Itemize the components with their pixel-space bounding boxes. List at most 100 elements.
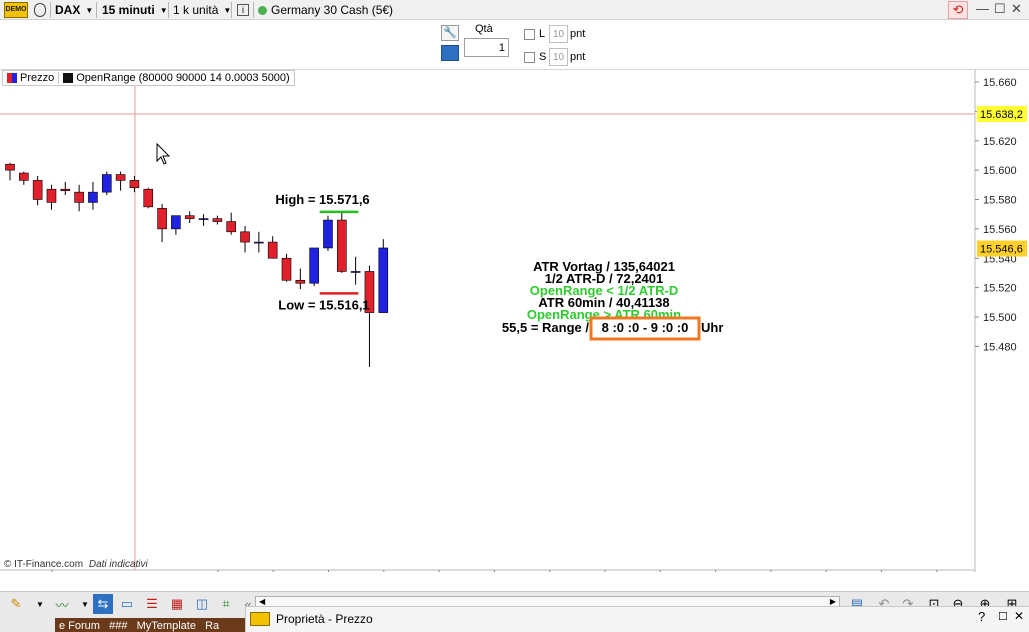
candle-down (157, 208, 167, 230)
close-icon[interactable]: ✕ (1011, 1, 1022, 17)
candle-up (254, 241, 264, 244)
instrument-label: DAX (55, 3, 81, 17)
help-icon[interactable]: ? (978, 609, 985, 624)
candle-up (101, 174, 112, 193)
instrument-full-name: Germany 30 Cash (5€) (271, 3, 394, 17)
timeframe-select[interactable]: 15 minuti ▼ (102, 0, 168, 20)
bottom-tabs-text[interactable]: e Forum ### MyTemplate Ra (55, 620, 219, 632)
short-pnt-unit: pnt (570, 51, 586, 63)
calculator-icon[interactable] (441, 45, 459, 61)
chat-icon[interactable]: ▭ (117, 594, 137, 614)
refresh-icon[interactable]: ⟲ (948, 0, 968, 20)
legend-indicator-label: OpenRange (80000 90000 14 0.0003 5000) (76, 72, 290, 84)
y-tick-label: 15.560 (983, 224, 1017, 236)
price-swatch (7, 73, 17, 83)
long-label: L (539, 28, 546, 40)
candle-down (19, 172, 29, 181)
short-checkbox[interactable] (524, 52, 535, 63)
y-tick-label: 15.480 (983, 341, 1017, 353)
chevron-down-icon[interactable]: ▼ (30, 594, 50, 614)
demo-logo: DEMO (4, 0, 28, 20)
high-line-label: High = 15.571,6 (275, 192, 369, 207)
units-select[interactable]: 1 k unità ▼ (173, 0, 231, 20)
long-checkbox[interactable] (524, 29, 535, 40)
table-icon[interactable]: ▦ (167, 594, 187, 614)
candle-down (281, 257, 292, 281)
market-open-icon (258, 5, 267, 15)
info-icon[interactable]: i (237, 0, 249, 20)
candle-down (74, 191, 84, 203)
chart-canvas[interactable]: 15.66015.64015.62015.60015.58015.56015.5… (0, 70, 1029, 572)
candle-down (115, 174, 126, 181)
minimize-icon[interactable]: — (976, 1, 989, 16)
range-time-text: 8 :0 :0 - 9 :0 :0 (602, 320, 689, 335)
bottom-tabs: e Forum ### MyTemplate Ra (55, 618, 245, 632)
candle-up (378, 247, 389, 313)
chevron-down-icon: ▼ (85, 5, 94, 15)
watermark: © IT-Finance.com Dati indicativi (4, 559, 148, 570)
list-icon[interactable]: ☰ (142, 594, 162, 614)
legend-price-label: Prezzo (20, 72, 55, 84)
long-pnt-input[interactable] (549, 25, 568, 43)
panel-close-icon[interactable]: ✕ (1014, 609, 1024, 623)
price-chart[interactable]: 15.66015.64015.62015.60015.58015.56015.5… (0, 70, 1029, 572)
chevron-down-icon[interactable]: ▼ (75, 594, 95, 614)
openrange-swatch (63, 73, 74, 83)
last-price-label: 15.546,6 (980, 244, 1023, 256)
candle-down (143, 188, 154, 208)
timeframe-label: 15 minuti (102, 3, 155, 17)
candle-down (336, 219, 347, 272)
instrument-select[interactable]: DAX ▼ (55, 0, 93, 20)
window-icon[interactable]: ◫ (192, 594, 212, 614)
draw-pencil-icon[interactable]: ✎ (6, 594, 26, 614)
candle-down (295, 279, 306, 284)
order-panel: 🔧 Qtà L pnt S pnt (0, 20, 1029, 70)
y-tick-label: 15.600 (983, 165, 1017, 177)
quantity-input[interactable] (464, 38, 509, 57)
y-tick-label: 15.620 (983, 136, 1017, 148)
properties-title: Proprietà - Prezzo (276, 612, 373, 626)
long-pnt-unit: pnt (570, 28, 586, 40)
candle-up (88, 191, 98, 203)
indicator-icon[interactable]: 〰 (52, 594, 72, 614)
candle-down (240, 231, 250, 243)
scroll-left-arrow-icon[interactable]: ◀ (259, 597, 265, 606)
instrument-name: Germany 30 Cash (5€) (258, 0, 393, 20)
candle-up (350, 271, 361, 273)
bottom-toolbar: ✎ ▼ 〰 ▼ ⇆ ▭ ☰ ▦ ◫ ⌗ « ◀ ▶ ▤ ↶ ↷ ⊡ ⊖ ⊕ ⊞ … (0, 591, 1029, 632)
wrench-icon[interactable]: 🔧 (441, 25, 459, 41)
scroll-right-arrow-icon[interactable]: ▶ (830, 597, 836, 606)
units-label: 1 k unità (173, 3, 219, 17)
range-suffix: Uhr (701, 320, 723, 335)
properties-panel[interactable]: Proprietà - Prezzo ? ☐ ✕ (245, 606, 1029, 632)
legend-item-openrange[interactable]: OpenRange (80000 90000 14 0.0003 5000) (58, 72, 293, 84)
watermark-note: Dati indicativi (88, 559, 148, 570)
crosshair-price-label: 15.638,2 (980, 109, 1023, 121)
qty-label: Qtà (475, 23, 493, 35)
script-icon[interactable]: ⌗ (216, 594, 236, 614)
low-line-label: Low = 15.516,1 (278, 297, 369, 312)
link-icon[interactable] (34, 0, 46, 20)
candle-up (309, 247, 319, 284)
candle-down (46, 188, 57, 203)
range-prefix: 55,5 = Range / (502, 320, 589, 335)
properties-icon (250, 612, 270, 626)
chart-legend: Prezzo OpenRange (80000 90000 14 0.0003 … (2, 70, 295, 86)
y-tick-label: 15.660 (983, 77, 1017, 89)
candle-up (171, 215, 181, 230)
y-tick-label: 15.580 (983, 195, 1017, 207)
candle-down (226, 221, 236, 233)
candle-down (60, 188, 71, 191)
candle-down (129, 180, 140, 189)
share-icon[interactable]: ⇆ (93, 594, 113, 614)
y-tick-label: 15.500 (983, 312, 1017, 324)
candle-down (267, 241, 278, 259)
short-label: S (539, 51, 547, 63)
candle-up (198, 218, 209, 220)
candle-down (212, 218, 223, 222)
legend-item-price[interactable]: Prezzo (3, 72, 58, 84)
candle-down (32, 180, 43, 200)
maximize-icon[interactable]: ☐ (994, 1, 1006, 17)
short-pnt-input[interactable] (549, 48, 568, 66)
panel-restore-icon[interactable]: ☐ (998, 610, 1008, 623)
